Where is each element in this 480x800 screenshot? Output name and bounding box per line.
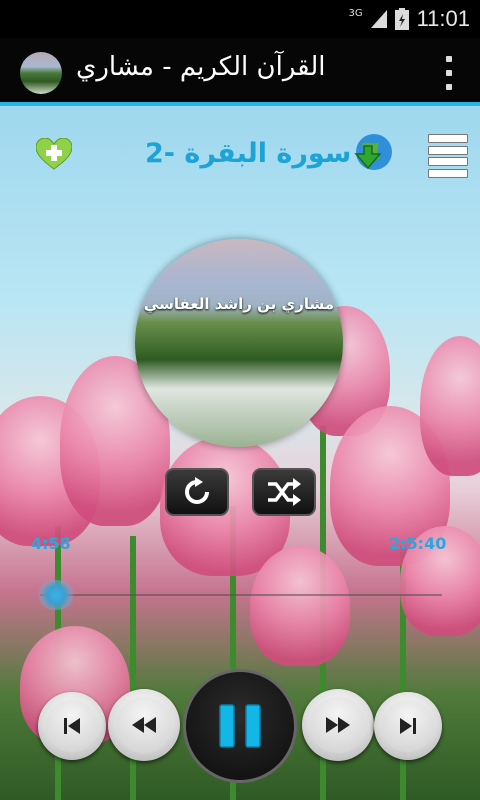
- pause-icon: [219, 704, 261, 748]
- action-bar: القرآن الكريم - مشاري: [0, 38, 480, 106]
- download-globe-icon[interactable]: [350, 132, 394, 176]
- fast-forward-icon: [326, 717, 350, 733]
- player-screen: 2- سورة البقرة مشاري بن راشد العفاسي 4:5…: [0, 106, 480, 800]
- overflow-menu-icon[interactable]: [444, 56, 454, 90]
- status-bar: 3G 11:01: [0, 0, 480, 38]
- skip-next-button[interactable]: [374, 692, 442, 760]
- network-type: 3G: [348, 7, 363, 19]
- album-art: مشاري بن راشد العفاسي: [135, 239, 343, 447]
- favorite-add-icon[interactable]: [36, 138, 72, 170]
- reciter-name: مشاري بن راشد العفاسي: [143, 295, 335, 313]
- shuffle-icon: [268, 478, 301, 506]
- surah-title: 2- سورة البقرة: [145, 138, 352, 169]
- skip-next-icon: [400, 718, 416, 734]
- rewind-icon: [132, 717, 156, 733]
- shuffle-button[interactable]: [252, 468, 316, 516]
- status-icons: 3G 11:01: [348, 6, 470, 32]
- app-title: القرآن الكريم - مشاري: [76, 52, 326, 82]
- seek-bar[interactable]: [40, 594, 442, 596]
- clock: 11:01: [416, 6, 470, 31]
- pause-button[interactable]: [183, 669, 297, 783]
- signal-icon: [370, 10, 387, 28]
- seek-thumb[interactable]: [36, 580, 77, 610]
- repeat-button[interactable]: [165, 468, 229, 516]
- app-icon[interactable]: [20, 52, 62, 94]
- repeat-icon: [185, 477, 209, 504]
- total-duration: 2:5:40: [389, 534, 447, 553]
- playlist-menu-icon[interactable]: [428, 134, 468, 178]
- elapsed-time: 4:58: [31, 534, 71, 553]
- rewind-button[interactable]: [108, 689, 180, 761]
- skip-previous-button[interactable]: [38, 692, 106, 760]
- fast-forward-button[interactable]: [302, 689, 374, 761]
- battery-icon: [394, 8, 409, 30]
- skip-previous-icon: [64, 718, 80, 734]
